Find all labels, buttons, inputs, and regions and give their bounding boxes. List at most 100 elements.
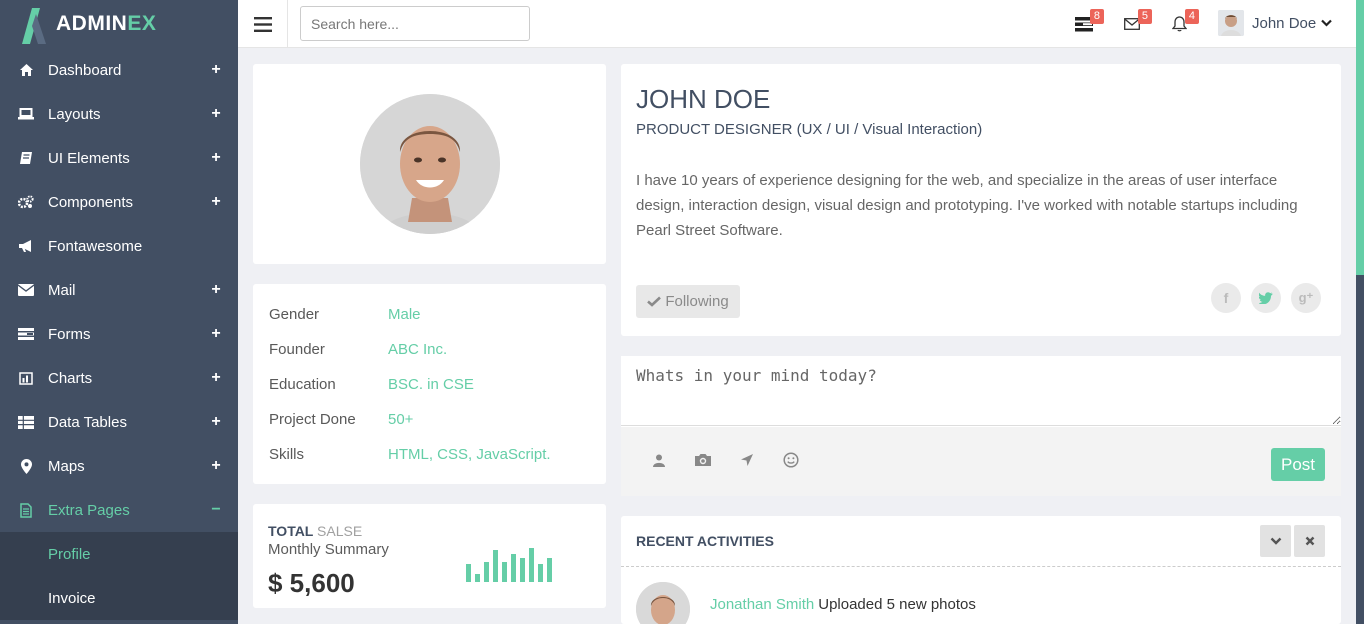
info-row-project-done: Project Done 50+ (269, 402, 590, 437)
post-panel: Post (621, 356, 1341, 496)
spark-bar (520, 558, 525, 582)
collapse-icon: − (211, 501, 221, 518)
spark-bar (511, 554, 516, 582)
expand-icon: + (211, 325, 221, 342)
spark-bar (493, 550, 498, 582)
check-icon (647, 296, 662, 307)
sidebar-item-ui-elements[interactable]: UI Elements + (0, 136, 238, 180)
add-photo-button[interactable] (692, 449, 714, 471)
menu-toggle-button[interactable] (238, 0, 288, 48)
mail-badge: 5 (1137, 9, 1152, 24)
book-icon (18, 150, 34, 166)
expand-icon: + (211, 457, 221, 474)
scrollbar-thumb[interactable] (1356, 0, 1364, 275)
add-emoji-button[interactable] (780, 449, 802, 471)
info-key: Founder (269, 341, 325, 358)
collapse-panel-button[interactable] (1260, 525, 1291, 557)
file-icon (18, 502, 34, 518)
cogs-icon (18, 194, 34, 210)
sidebar-subitem-invoice[interactable]: Invoice (0, 576, 238, 620)
search-input[interactable] (300, 6, 530, 41)
sidebar-item-mail[interactable]: Mail + (0, 268, 238, 312)
profile-avatar-panel (253, 64, 606, 264)
logo-icon (22, 8, 46, 44)
chevron-down-icon (1270, 537, 1281, 545)
sidebar-submenu: Profile Invoice (0, 532, 238, 620)
sidebar-item-dashboard[interactable]: Dashboard + (0, 48, 238, 92)
google-plus-button[interactable]: g⁺ (1291, 283, 1321, 313)
spark-bar (484, 562, 489, 582)
expand-icon: + (211, 369, 221, 386)
logo-text: ADMINEX (56, 12, 157, 35)
sidebar-item-data-tables[interactable]: Data Tables + (0, 400, 238, 444)
map-marker-icon (18, 458, 34, 474)
list-item: Jonathan Smith Uploaded 5 new photos (636, 582, 976, 624)
smile-icon (783, 452, 799, 468)
info-row-skills: Skills HTML, CSS, JavaScript. (269, 437, 590, 472)
mail-button[interactable]: 5 (1120, 9, 1152, 36)
spark-bar (547, 558, 552, 582)
sidebar-item-maps[interactable]: Maps + (0, 444, 238, 488)
notifications-button[interactable]: 4 (1167, 9, 1199, 36)
info-key: Project Done (269, 411, 356, 428)
info-row-founder: Founder ABC Inc. (269, 332, 590, 367)
expand-icon: + (211, 281, 221, 298)
table-icon (18, 414, 34, 430)
following-label: Following (665, 293, 729, 310)
sales-title: TOTAL SALSE (268, 523, 363, 539)
expand-icon: + (211, 61, 221, 78)
sidebar-item-forms[interactable]: Forms + (0, 312, 238, 356)
info-key: Skills (269, 446, 305, 463)
post-toolbar: Post (621, 427, 1341, 496)
tasks-icon (18, 326, 34, 342)
expand-icon: + (211, 149, 221, 166)
post-button[interactable]: Post (1271, 448, 1325, 481)
activity-text: Jonathan Smith Uploaded 5 new photos (710, 595, 976, 613)
tag-user-button[interactable] (648, 449, 670, 471)
close-panel-button[interactable] (1294, 525, 1325, 557)
info-key: Gender (269, 306, 320, 323)
profile-info-panel: Gender Male Founder ABC Inc. Education B… (253, 284, 606, 484)
sidebar-item-layouts[interactable]: Layouts + (0, 92, 238, 136)
sidebar-item-components[interactable]: Components + (0, 180, 238, 224)
envelope-icon (18, 282, 34, 298)
avatar (636, 582, 690, 624)
info-value: ABC Inc. (388, 341, 448, 358)
avatar (1218, 10, 1244, 36)
profile-name: JOHN DOE (636, 84, 771, 114)
twitter-icon (1259, 292, 1273, 304)
home-icon (18, 62, 34, 78)
following-button[interactable]: Following (636, 285, 740, 318)
info-row-gender: Gender Male (269, 297, 590, 332)
page-scrollbar[interactable] (1356, 0, 1364, 624)
spark-bar (529, 548, 534, 582)
tasks-badge: 8 (1089, 9, 1104, 24)
post-textarea[interactable] (621, 356, 1341, 426)
close-icon (1305, 536, 1314, 546)
bullhorn-icon (18, 238, 34, 254)
user-menu[interactable]: John Doe (1218, 10, 1332, 36)
activity-user-link[interactable]: Jonathan Smith (710, 596, 814, 613)
facebook-icon: f (1223, 290, 1229, 306)
hamburger-icon (253, 16, 272, 32)
sidebar-menu: Dashboard + Layouts + UI Elements + Comp… (0, 48, 238, 532)
info-value: 50+ (388, 411, 414, 428)
panel-title: RECENT ACTIVITIES (621, 516, 1341, 567)
sidebar: ADMINEX Dashboard + Layouts + UI Element… (0, 0, 238, 624)
info-value: HTML, CSS, JavaScript. (388, 446, 551, 463)
sidebar-subitem-profile[interactable]: Profile (0, 532, 238, 576)
user-icon (653, 454, 665, 467)
facebook-button[interactable]: f (1211, 283, 1241, 313)
info-row-education: Education BSC. in CSE (269, 367, 590, 402)
tasks-button[interactable]: 8 (1072, 9, 1104, 36)
laptop-icon (18, 106, 34, 122)
sidebar-item-fontawesome[interactable]: Fontawesome (0, 224, 238, 268)
twitter-button[interactable] (1251, 283, 1281, 313)
logo[interactable]: ADMINEX (0, 0, 238, 48)
location-arrow-icon (741, 454, 753, 466)
notifications-badge: 4 (1184, 9, 1199, 24)
add-location-button[interactable] (736, 449, 758, 471)
chevron-down-icon (1321, 19, 1332, 27)
sidebar-item-charts[interactable]: Charts + (0, 356, 238, 400)
sidebar-item-extra-pages[interactable]: Extra Pages − (0, 488, 238, 532)
